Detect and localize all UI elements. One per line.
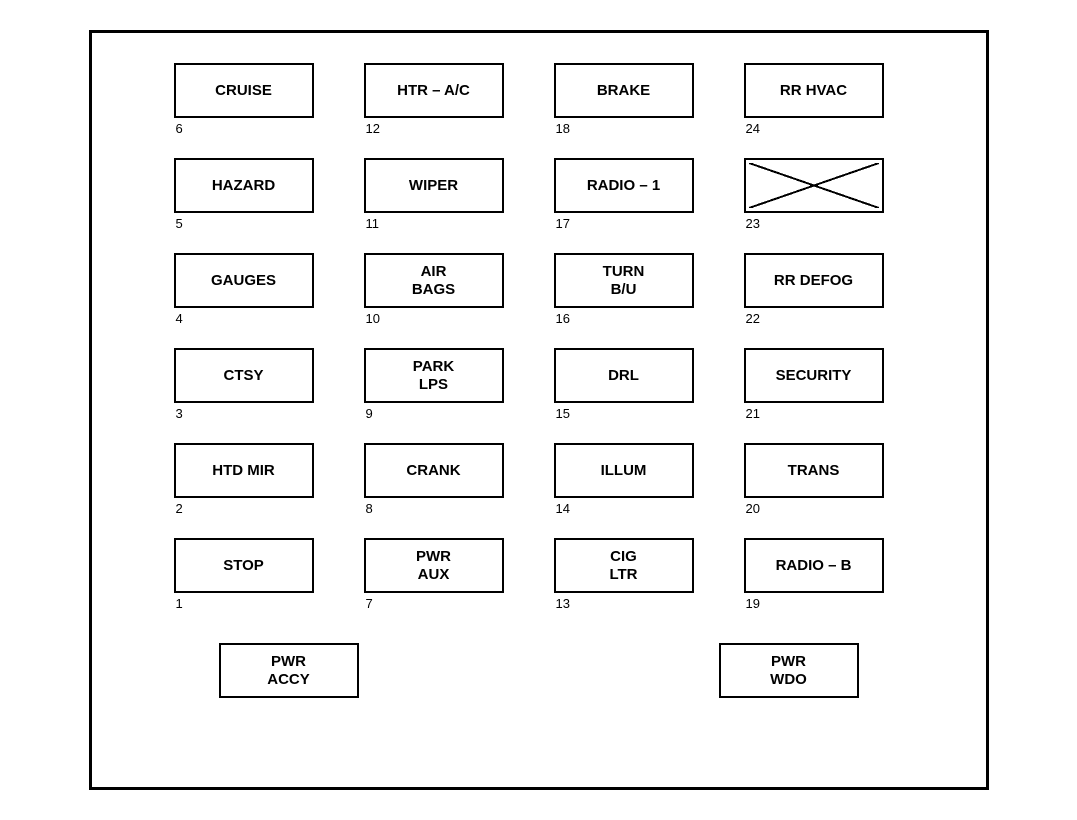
fuse-num-15: 15 [556,406,570,421]
fuse-num-8: 8 [366,501,373,516]
fuse-cell-r4-c3: TRANS 20 [744,443,904,538]
fuse-box-BRAKE: BRAKE [554,63,694,118]
fuse-num-19: 19 [746,596,760,611]
fuse-num-21: 21 [746,406,760,421]
fuse-cell-r2-c2: TURN B/U 16 [554,253,714,348]
fuse-box-HTRAC: HTR – A/C [364,63,504,118]
fuse-cell-r1-c1: WIPER 11 [364,158,524,253]
fuse-num-17: 17 [556,216,570,231]
fuse-num-18: 18 [556,121,570,136]
fuse-box-GAUGES: GAUGES [174,253,314,308]
bottom-row: PWR ACCY PWR WDO [219,643,859,698]
pwr-wdo-box: PWR WDO [719,643,859,698]
x-box-r1-c3 [744,158,884,213]
fuse-box-PARKLPS: PARK LPS [364,348,504,403]
fuse-cell-r4-c2: ILLUM 14 [554,443,714,538]
fuse-box-RADIO1: RADIO – 1 [554,158,694,213]
fuse-num-3: 3 [176,406,183,421]
fuse-num-2: 2 [176,501,183,516]
fuse-cell-r3-c2: DRL 15 [554,348,714,443]
fuse-cell-r5-c2: CIG LTR 13 [554,538,714,633]
fuse-box-CIGLTR: CIG LTR [554,538,694,593]
fuse-num-24: 24 [746,121,760,136]
fuse-cell-r1-c0: HAZARD 5 [174,158,334,253]
fuse-num-10: 10 [366,311,380,326]
fuse-num-16: 16 [556,311,570,326]
fuse-box-CRUISE: CRUISE [174,63,314,118]
fuse-box-TRANS: TRANS [744,443,884,498]
fuse-box-CRANK: CRANK [364,443,504,498]
fuse-num-9: 9 [366,406,373,421]
fuse-cell-r2-c1: AIR BAGS 10 [364,253,524,348]
fuse-num-7: 7 [366,596,373,611]
fuse-box-DRL: DRL [554,348,694,403]
fuse-cell-r0-c1: HTR – A/C 12 [364,63,524,158]
fuse-num-22: 22 [746,311,760,326]
fuse-box-RRHVAC: RR HVAC [744,63,884,118]
fuse-box-RADIOB: RADIO – B [744,538,884,593]
pwr-accy-box: PWR ACCY [219,643,359,698]
fuse-grid: CRUISE6HTR – A/C12BRAKE18RR HVAC24HAZARD… [174,63,904,633]
fuse-num-12: 12 [366,121,380,136]
fuse-num-13: 13 [556,596,570,611]
fuse-box-TURNBU: TURN B/U [554,253,694,308]
fuse-num-1: 1 [176,596,183,611]
fuse-cell-r3-c0: CTSY 3 [174,348,334,443]
fuse-box-HTDMIR: HTD MIR [174,443,314,498]
fuse-box-RRDEFOG: RR DEFOG [744,253,884,308]
fuse-num-14: 14 [556,501,570,516]
fuse-num-20: 20 [746,501,760,516]
fuse-cell-r0-c3: RR HVAC 24 [744,63,904,158]
fuse-num-4: 4 [176,311,183,326]
fuse-cell-r5-c3: RADIO – B 19 [744,538,904,633]
fuse-cell-r1-c2: RADIO – 1 17 [554,158,714,253]
fuse-num-6: 6 [176,121,183,136]
fuse-cell-r4-c1: CRANK 8 [364,443,524,538]
fuse-cell-r3-c1: PARK LPS 9 [364,348,524,443]
fuse-box-HAZARD: HAZARD [174,158,314,213]
fuse-num-11: 11 [366,216,380,231]
fuse-box-SECURITY: SECURITY [744,348,884,403]
fuse-cell-r2-c0: GAUGES 4 [174,253,334,348]
fuse-box-STOP: STOP [174,538,314,593]
bottom-right-cell: PWR WDO [719,643,859,698]
fuse-diagram: CRUISE6HTR – A/C12BRAKE18RR HVAC24HAZARD… [89,30,989,790]
fuse-box-CTSY: CTSY [174,348,314,403]
fuse-box-ILLUM: ILLUM [554,443,694,498]
fuse-cell-r5-c1: PWR AUX 7 [364,538,524,633]
fuse-cell-r5-c0: STOP 1 [174,538,334,633]
fuse-cell-r2-c3: RR DEFOG 22 [744,253,904,348]
fuse-num-23: 23 [746,216,760,231]
fuse-cell-r0-c0: CRUISE 6 [174,63,334,158]
fuse-cell-r3-c3: SECURITY 21 [744,348,904,443]
fuse-box-WIPER: WIPER [364,158,504,213]
fuse-box-PWRAUX: PWR AUX [364,538,504,593]
fuse-box-AIRBAGS: AIR BAGS [364,253,504,308]
fuse-cell-r1-c3: 23 [744,158,904,253]
fuse-cell-r0-c2: BRAKE 18 [554,63,714,158]
fuse-cell-r4-c0: HTD MIR 2 [174,443,334,538]
bottom-left-cell: PWR ACCY [219,643,359,698]
fuse-num-5: 5 [176,216,183,231]
